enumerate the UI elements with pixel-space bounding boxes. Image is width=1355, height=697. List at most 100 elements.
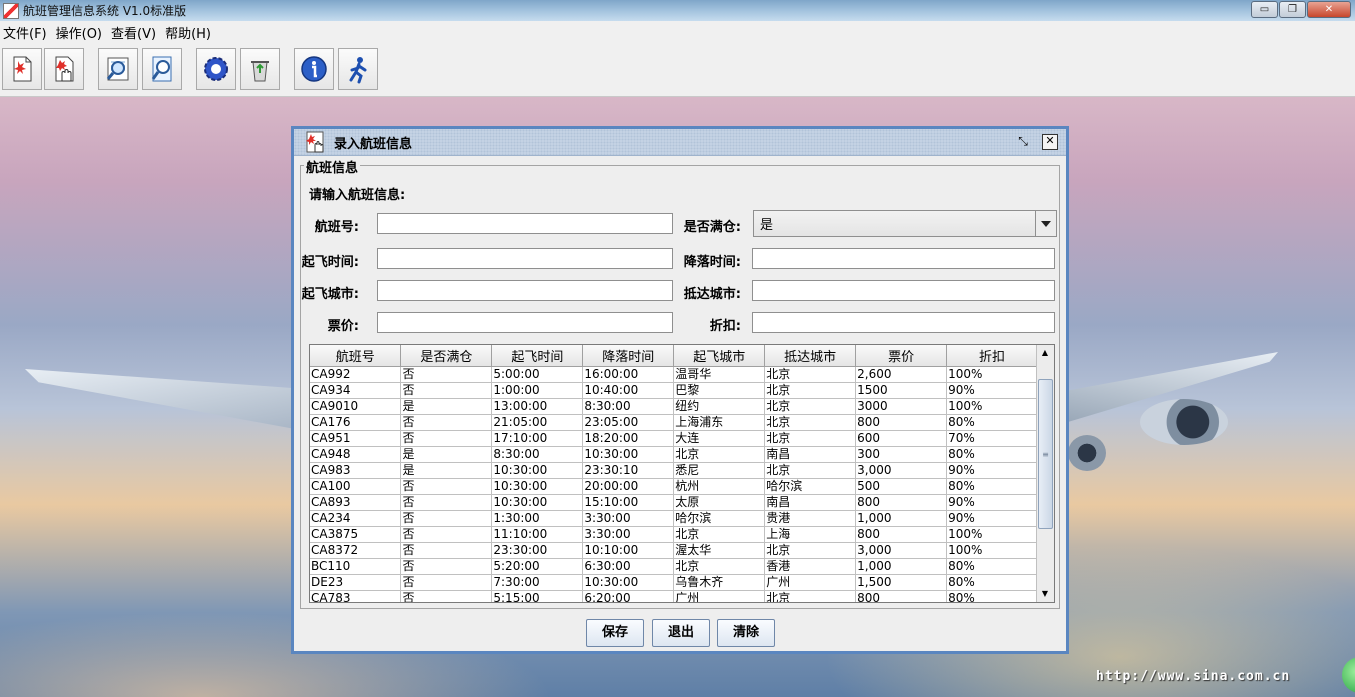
table-cell: 23:30:10 (582, 462, 675, 479)
depart-time-input[interactable] (377, 248, 673, 269)
column-header[interactable]: 起飞城市 (673, 345, 766, 367)
table-row[interactable]: CA934 否 1:00:00 10:40:00 巴黎 北京 1500 90% (310, 382, 1038, 399)
table-cell: CA983 (310, 462, 402, 479)
table-row[interactable]: CA948 是 8:30:00 10:30:00 北京 南昌 300 80% (310, 446, 1038, 463)
table-cell: 800 (855, 494, 948, 511)
table-cell: 上海 (764, 526, 857, 543)
input-prompt: 请输入航班信息: (309, 188, 406, 203)
table-row[interactable]: CA893 否 10:30:00 15:10:00 太原 南昌 800 90% (310, 494, 1038, 511)
flight-grid: 航班号 是否满仓 起飞时间 降落时间 起飞城市 抵达城市 票价 折扣 CA992… (310, 345, 1038, 602)
recycle-button[interactable] (240, 48, 280, 90)
table-cell: 23:05:00 (582, 414, 675, 431)
minimize-button[interactable]: ▭ (1251, 1, 1278, 18)
scroll-down-arrow-icon[interactable]: ▼ (1039, 588, 1051, 600)
menu-file[interactable]: 文件(F) (0, 23, 53, 42)
price-input[interactable] (377, 312, 673, 333)
table-cell: 8:30:00 (582, 398, 675, 415)
table-cell: 否 (400, 478, 493, 495)
table-cell: 北京 (673, 558, 766, 575)
table-cell: 北京 (764, 590, 857, 602)
table-cell: 纽约 (673, 398, 766, 415)
table-cell: 北京 (764, 366, 857, 383)
table-row[interactable]: CA3875 否 11:10:00 3:30:00 北京 上海 800 100% (310, 526, 1038, 543)
table-cell: 乌鲁木齐 (673, 574, 766, 591)
flight-no-input[interactable] (377, 213, 673, 234)
table-cell: 90% (946, 462, 1038, 479)
column-header[interactable]: 航班号 (310, 345, 402, 367)
table-cell: 1:30:00 (491, 510, 584, 527)
table-cell: CA948 (310, 446, 402, 463)
settings-button[interactable] (196, 48, 236, 90)
edit-flight-button[interactable] (44, 48, 84, 90)
toolbar (0, 44, 1355, 97)
table-scrollbar[interactable]: ▲ ≡ ▼ (1036, 345, 1054, 602)
table-cell: 否 (400, 590, 493, 602)
table-row[interactable]: CA8372 否 23:30:00 10:10:00 渥太华 北京 3,000 100% (310, 542, 1038, 559)
table-cell: 5:20:00 (491, 558, 584, 575)
window-controls: ▭ ❐ ✕ (1251, 1, 1351, 18)
discount-input[interactable] (752, 312, 1055, 333)
table-row[interactable]: CA783 否 5:15:00 6:20:00 广州 北京 800 80% (310, 590, 1038, 602)
dialog-close-button[interactable]: ✕ (1042, 134, 1058, 150)
close-button[interactable]: ✕ (1307, 1, 1351, 18)
depart-city-input[interactable] (377, 280, 673, 301)
column-header[interactable]: 降落时间 (582, 345, 675, 367)
table-row[interactable]: CA100 否 10:30:00 20:00:00 杭州 哈尔滨 500 80% (310, 478, 1038, 495)
column-header[interactable]: 票价 (855, 345, 948, 367)
chevron-down-icon[interactable] (1035, 211, 1056, 236)
table-cell: 1,000 (855, 558, 948, 575)
table-row[interactable]: CA9010 是 13:00:00 8:30:00 纽约 北京 3000 100% (310, 398, 1038, 415)
full-label: 是否满仓: (683, 220, 741, 235)
table-row[interactable]: BC110 否 5:20:00 6:30:00 北京 香港 1,000 80% (310, 558, 1038, 575)
add-flight-button[interactable] (2, 48, 42, 90)
column-header[interactable]: 抵达城市 (764, 345, 857, 367)
exit-dialog-button[interactable]: 退出 (652, 619, 710, 647)
column-header[interactable]: 折扣 (946, 345, 1038, 367)
maximize-button[interactable]: ❐ (1279, 1, 1306, 18)
hand-cursor-icon (306, 131, 324, 153)
exit-button[interactable] (338, 48, 378, 90)
table-row[interactable]: CA176 否 21:05:00 23:05:00 上海浦东 北京 800 80% (310, 414, 1038, 431)
clear-button[interactable]: 清除 (717, 619, 775, 647)
table-cell: 80% (946, 446, 1038, 463)
full-select-value: 是 (760, 218, 774, 233)
menu-help[interactable]: 帮助(H) (162, 23, 217, 42)
airplane-wing-left (25, 369, 295, 429)
table-cell: 70% (946, 430, 1038, 447)
dialog-restore-button[interactable]: ⤡ (1016, 134, 1030, 148)
column-header[interactable]: 是否满仓 (400, 345, 493, 367)
about-button[interactable] (294, 48, 334, 90)
table-cell: 10:30:00 (582, 574, 675, 591)
table-cell: 10:40:00 (582, 382, 675, 399)
green-orb-icon[interactable] (1342, 657, 1355, 693)
table-cell: 哈尔滨 (764, 478, 857, 495)
find-button[interactable] (142, 48, 182, 90)
table-cell: CA951 (310, 430, 402, 447)
menu-operate[interactable]: 操作(O) (53, 23, 108, 42)
table-cell: CA9010 (310, 398, 402, 415)
save-button[interactable]: 保存 (586, 619, 644, 647)
table-row[interactable]: CA951 否 17:10:00 18:20:00 大连 北京 600 70% (310, 430, 1038, 447)
table-row[interactable]: CA234 否 1:30:00 3:30:00 哈尔滨 贵港 1,000 90% (310, 510, 1038, 527)
table-row[interactable]: CA992 否 5:00:00 16:00:00 温哥华 北京 2,600 100% (310, 366, 1038, 383)
scroll-up-arrow-icon[interactable]: ▲ (1039, 347, 1051, 359)
table-cell: CA100 (310, 478, 402, 495)
flight-table[interactable]: 航班号 是否满仓 起飞时间 降落时间 起飞城市 抵达城市 票价 折扣 CA992… (309, 344, 1055, 603)
table-cell: 3000 (855, 398, 948, 415)
arrive-city-input[interactable] (752, 280, 1055, 301)
full-select[interactable]: 是 (753, 210, 1057, 237)
menu-view[interactable]: 查看(V) (108, 23, 162, 42)
table-cell: 北京 (764, 382, 857, 399)
arrive-city-label: 抵达城市: (683, 287, 741, 302)
table-row[interactable]: DE23 否 7:30:00 10:30:00 乌鲁木齐 广州 1,500 80% (310, 574, 1038, 591)
table-cell: 17:10:00 (491, 430, 584, 447)
table-row[interactable]: CA983 是 10:30:00 23:30:10 悉尼 北京 3,000 90% (310, 462, 1038, 479)
column-header[interactable]: 起飞时间 (491, 345, 584, 367)
dialog-titlebar[interactable]: 录入航班信息 ⤡ ✕ (294, 129, 1066, 156)
table-body: CA992 否 5:00:00 16:00:00 温哥华 北京 2,600 100% CA934… (310, 366, 1038, 602)
query-button[interactable] (98, 48, 138, 90)
table-cell: 北京 (764, 462, 857, 479)
scroll-thumb[interactable]: ≡ (1038, 379, 1053, 529)
table-cell: 否 (400, 382, 493, 399)
arrive-time-input[interactable] (752, 248, 1055, 269)
